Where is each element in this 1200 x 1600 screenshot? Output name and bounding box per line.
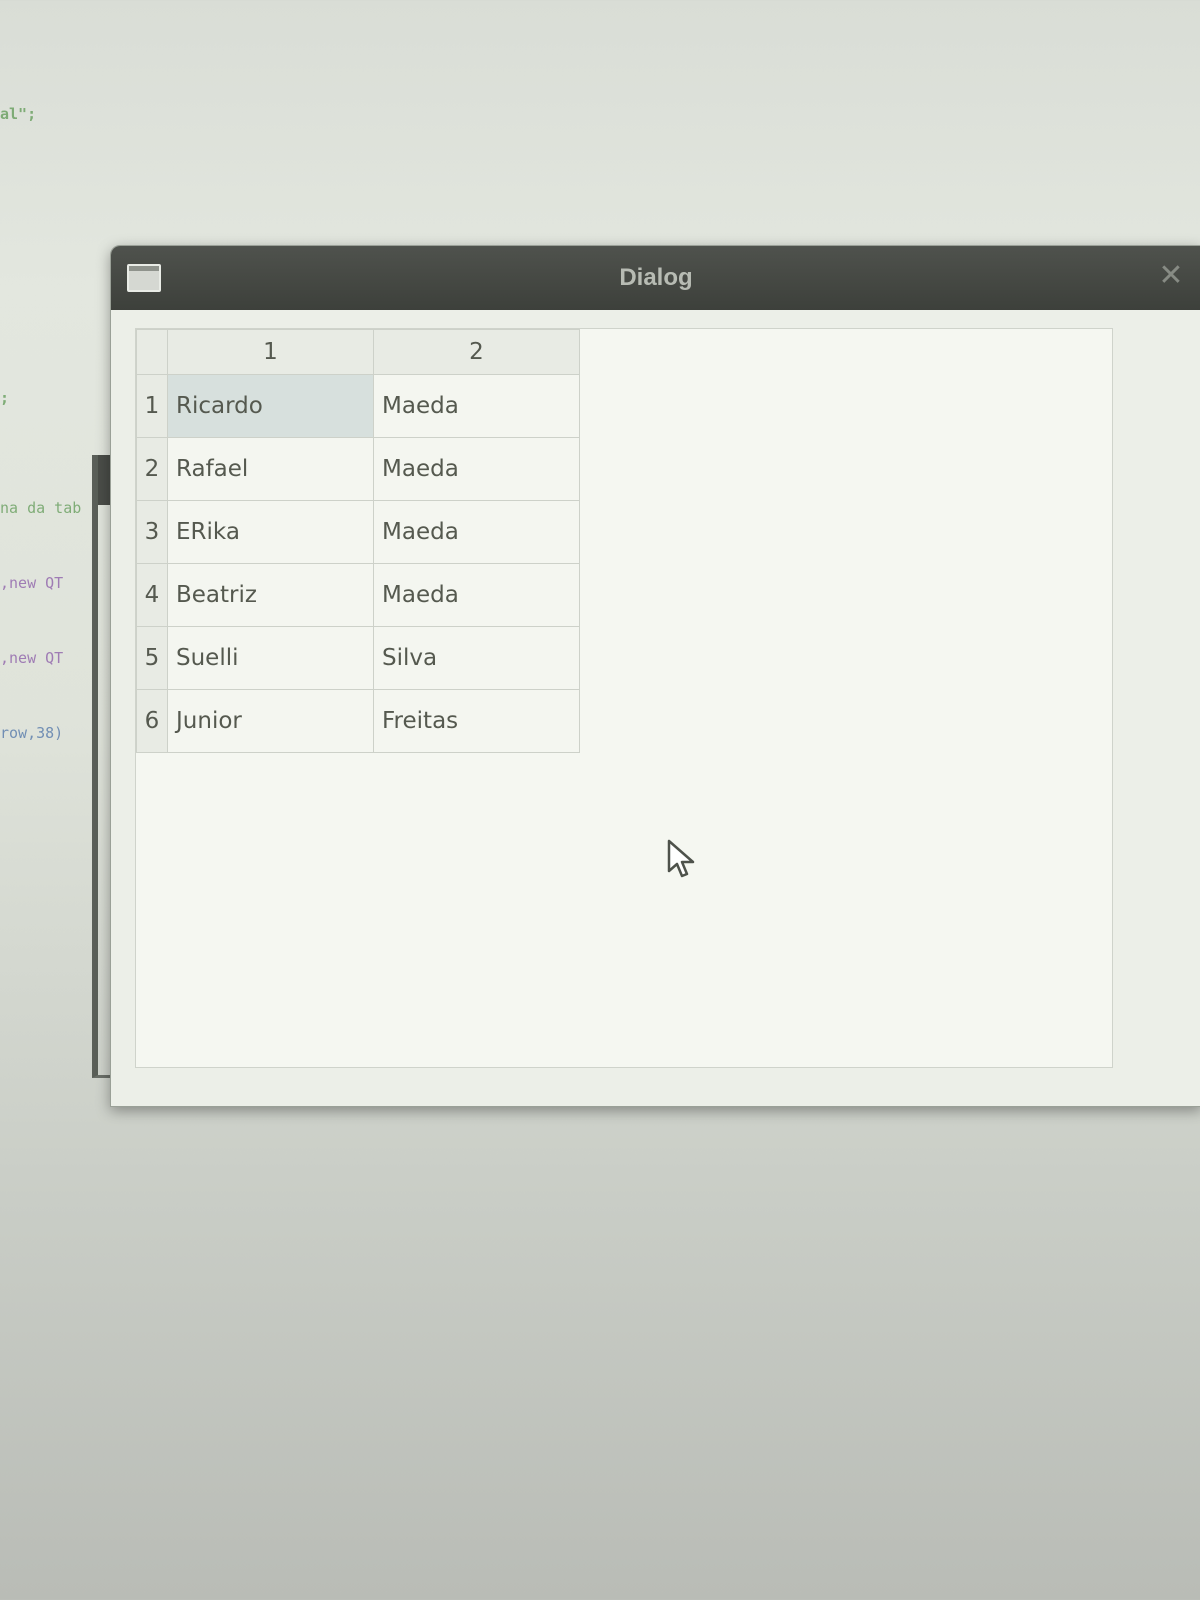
- row-header[interactable]: 2: [136, 437, 168, 501]
- table-cell[interactable]: Maeda: [373, 500, 580, 564]
- table-cell[interactable]: Maeda: [373, 563, 580, 627]
- corner-button[interactable]: [136, 329, 168, 375]
- table-cell[interactable]: Freitas: [373, 689, 580, 753]
- row-header[interactable]: 1: [136, 374, 168, 438]
- table-cell[interactable]: Suelli: [167, 626, 374, 690]
- table-row: 6 Junior Freitas: [136, 689, 580, 753]
- data-table: 1 2 1 Ricardo Maeda 2 Rafael Maeda 3 ERi…: [136, 329, 580, 753]
- row-header[interactable]: 3: [136, 500, 168, 564]
- editor-code-line: al";: [0, 105, 37, 123]
- table-widget[interactable]: 1 2 1 Ricardo Maeda 2 Rafael Maeda 3 ERi…: [136, 329, 580, 753]
- dialog-title: Dialog: [619, 264, 693, 291]
- table-row: 3 ERika Maeda: [136, 500, 580, 564]
- close-button[interactable]: ✕: [1155, 260, 1187, 292]
- dialog-window: Dialog ✕ 1 2 1 Ricardo Maeda 2 Rafael Ma…: [110, 245, 1200, 1107]
- table-cell[interactable]: ERika: [167, 500, 374, 564]
- table-cell[interactable]: Maeda: [373, 437, 580, 501]
- row-header[interactable]: 6: [136, 689, 168, 753]
- table-cell[interactable]: Maeda: [373, 374, 580, 438]
- table-cell[interactable]: Beatriz: [167, 563, 374, 627]
- editor-code-line: row,38): [0, 724, 64, 742]
- table-row: 4 Beatriz Maeda: [136, 563, 580, 627]
- table-cell-selected[interactable]: Ricardo: [167, 374, 374, 438]
- table-row: 1 Ricardo Maeda: [136, 374, 580, 438]
- dialog-titlebar[interactable]: Dialog ✕: [111, 246, 1200, 310]
- editor-code-block: na da tab ,new QT ,new QT row,38): [0, 446, 81, 771]
- column-header[interactable]: 1: [167, 329, 374, 375]
- mouse-cursor-icon: [667, 839, 695, 878]
- row-header[interactable]: 4: [136, 563, 168, 627]
- table-cell[interactable]: Rafael: [167, 437, 374, 501]
- dialog-content: 1 2 1 Ricardo Maeda 2 Rafael Maeda 3 ERi…: [135, 328, 1113, 1068]
- editor-code-line: ,new QT: [0, 574, 64, 592]
- editor-code-line: ;: [0, 389, 10, 407]
- table-row: 2 Rafael Maeda: [136, 437, 580, 501]
- editor-code-line: na da tab: [0, 499, 82, 517]
- table-cell[interactable]: Junior: [167, 689, 374, 753]
- table-cell[interactable]: Silva: [373, 626, 580, 690]
- editor-code-line: ,new QT: [0, 649, 64, 667]
- table-row: 5 Suelli Silva: [136, 626, 580, 690]
- table-header-row: 1 2: [136, 329, 580, 375]
- column-header[interactable]: 2: [373, 329, 580, 375]
- row-header[interactable]: 5: [136, 626, 168, 690]
